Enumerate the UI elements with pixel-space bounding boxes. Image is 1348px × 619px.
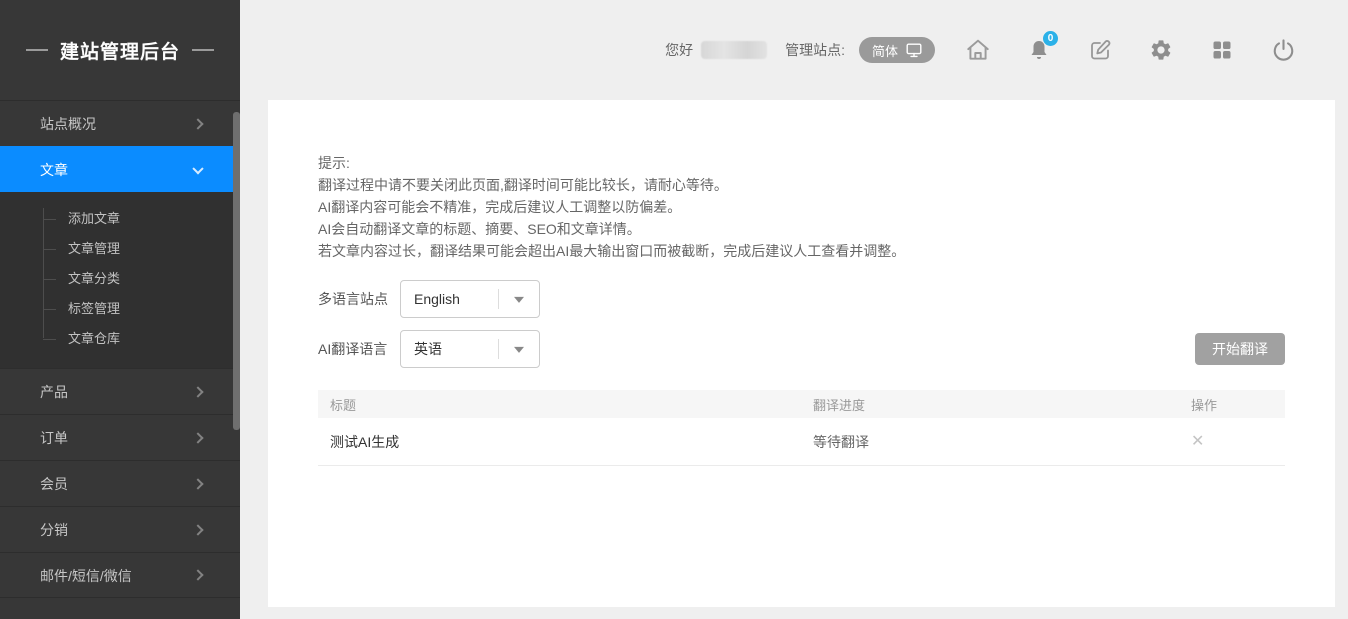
sidebar-item-members[interactable]: 会员 — [0, 460, 240, 506]
sidebar-item-label: 订单 — [40, 430, 68, 446]
edit-button[interactable] — [1087, 37, 1113, 63]
submenu-item-label: 添加文章 — [68, 211, 120, 226]
brand-dash-right — [192, 49, 214, 51]
top-header: 您好 管理站点: 简体 0 — [240, 0, 1348, 100]
select-divider — [498, 289, 499, 309]
apps-grid-icon — [1210, 38, 1234, 62]
ai-language-row: AI翻译语言 英语 — [318, 330, 1285, 368]
sidebar-item-label: 会员 — [40, 476, 68, 492]
sidebar-submenu-wrap: 添加文章 文章管理 文章分类 标签管理 文章仓库 — [0, 192, 240, 368]
greeting-text: 您好 — [665, 40, 693, 60]
sidebar-scrollbar-thumb[interactable] — [233, 112, 240, 430]
chevron-right-icon — [192, 569, 203, 580]
power-icon — [1271, 38, 1296, 63]
ai-language-select[interactable]: 英语 — [400, 330, 540, 368]
home-button[interactable] — [965, 37, 991, 63]
tips-line: 翻译过程中请不要关闭此页面,翻译时间可能比较长，请耐心等待。 — [318, 174, 1285, 196]
row-progress: 等待翻译 — [813, 432, 1183, 452]
sidebar-item-distribution[interactable]: 分销 — [0, 506, 240, 552]
manage-site-label: 管理站点: — [785, 40, 845, 60]
ai-language-label: AI翻译语言 — [318, 339, 400, 359]
submenu-item-tag-management[interactable]: 标签管理 — [0, 294, 240, 324]
submenu-item-label: 文章分类 — [68, 271, 120, 286]
table-header-title: 标题 — [318, 395, 813, 414]
sidebar-item-label: 分销 — [40, 522, 68, 538]
multilingual-site-label: 多语言站点 — [318, 289, 400, 309]
notifications-button[interactable]: 0 — [1026, 37, 1052, 63]
submenu-item-article-repository[interactable]: 文章仓库 — [0, 324, 240, 354]
site-language-label: 简体 — [872, 41, 898, 60]
content-card: 提示: 翻译过程中请不要关闭此页面,翻译时间可能比较长，请耐心等待。 AI翻译内… — [268, 100, 1335, 607]
sidebar: 建站管理后台 站点概况 文章 添加文章 文章管理 文章分类 — [0, 0, 240, 619]
multilingual-site-select[interactable]: English — [400, 280, 540, 318]
chevron-right-icon — [192, 478, 203, 489]
chevron-right-icon — [192, 386, 203, 397]
delete-x-icon[interactable]: ✕ — [1191, 433, 1204, 450]
home-icon — [965, 37, 991, 63]
chevron-down-icon — [192, 163, 203, 174]
row-title: 测试AI生成 — [318, 432, 813, 452]
app-logo: 建站管理后台 — [0, 0, 240, 100]
multilingual-site-value: English — [414, 291, 460, 307]
submenu-item-label: 文章管理 — [68, 241, 120, 256]
site-language-badge[interactable]: 简体 — [859, 37, 935, 63]
tips-line: AI会自动翻译文章的标题、摘要、SEO和文章详情。 — [318, 218, 1285, 240]
multilingual-site-row: 多语言站点 English — [318, 280, 1285, 318]
ai-language-value: 英语 — [414, 339, 442, 359]
notification-badge: 0 — [1043, 31, 1058, 46]
caret-down-icon — [514, 347, 524, 353]
translation-table: 标题 翻译进度 操作 测试AI生成 等待翻译 ✕ — [318, 390, 1285, 466]
gear-icon — [1149, 38, 1173, 62]
table-header-action: 操作 — [1183, 395, 1285, 414]
logout-button[interactable] — [1270, 37, 1296, 63]
sidebar-item-label: 站点概况 — [40, 116, 96, 132]
tips-line: 若文章内容过长，翻译结果可能会超出AI最大输出窗口而被截断，完成后建议人工查看并… — [318, 240, 1285, 262]
settings-button[interactable] — [1148, 37, 1174, 63]
chevron-right-icon — [192, 118, 203, 129]
sidebar-item-orders[interactable]: 订单 — [0, 414, 240, 460]
row-action-cell: ✕ — [1183, 433, 1285, 450]
articles-submenu: 添加文章 文章管理 文章分类 标签管理 文章仓库 — [0, 192, 240, 368]
app-title: 建站管理后台 — [60, 37, 180, 64]
chevron-right-icon — [192, 432, 203, 443]
start-translation-button[interactable]: 开始翻译 — [1195, 333, 1285, 365]
edit-icon — [1088, 38, 1112, 62]
sidebar-item-label: 产品 — [40, 384, 68, 400]
tips-block: 提示: 翻译过程中请不要关闭此页面,翻译时间可能比较长，请耐心等待。 AI翻译内… — [318, 152, 1285, 262]
table-header-row: 标题 翻译进度 操作 — [318, 390, 1285, 418]
sidebar-item-site-overview[interactable]: 站点概况 — [0, 100, 240, 146]
submenu-item-label: 文章仓库 — [68, 331, 120, 346]
sidebar-item-label: 文章 — [40, 162, 68, 178]
header-icon-group: 0 — [965, 37, 1296, 63]
sidebar-menu: 站点概况 文章 添加文章 文章管理 文章分类 标签管理 — [0, 100, 240, 598]
tips-line: AI翻译内容可能会不精准，完成后建议人工调整以防偏差。 — [318, 196, 1285, 218]
username-redacted — [701, 41, 767, 59]
sidebar-item-products[interactable]: 产品 — [0, 368, 240, 414]
submenu-item-add-article[interactable]: 添加文章 — [0, 204, 240, 234]
monitor-icon — [906, 43, 922, 58]
submenu-item-article-management[interactable]: 文章管理 — [0, 234, 240, 264]
submenu-item-label: 标签管理 — [68, 301, 120, 316]
sidebar-item-articles[interactable]: 文章 — [0, 146, 240, 192]
sidebar-item-label: 邮件/短信/微信 — [40, 568, 132, 584]
table-row: 测试AI生成 等待翻译 ✕ — [318, 418, 1285, 466]
brand-dash-left — [26, 49, 48, 51]
select-divider — [498, 339, 499, 359]
submenu-item-article-categories[interactable]: 文章分类 — [0, 264, 240, 294]
caret-down-icon — [514, 297, 524, 303]
table-header-progress: 翻译进度 — [813, 395, 1183, 414]
chevron-right-icon — [192, 524, 203, 535]
sidebar-item-email-sms-wechat[interactable]: 邮件/短信/微信 — [0, 552, 240, 598]
apps-button[interactable] — [1209, 37, 1235, 63]
tips-heading: 提示: — [318, 152, 1285, 174]
